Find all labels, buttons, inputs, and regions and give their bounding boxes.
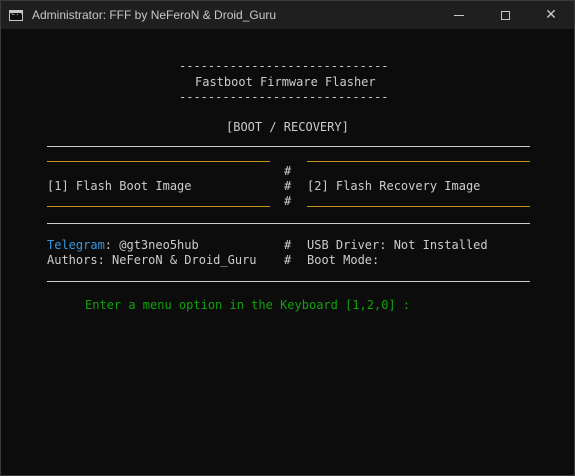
console-window: C:\ Administrator: FFF by NeFeroN & Droi…	[0, 0, 575, 476]
minimize-icon	[454, 14, 464, 16]
usb-driver-status: USB Driver: Not Installed	[307, 238, 488, 252]
authors-line: Authors: NeFeroN & Droid_Guru	[47, 253, 257, 267]
title-bar[interactable]: C:\ Administrator: FFF by NeFeroN & Droi…	[1, 1, 574, 29]
maximize-button[interactable]	[482, 1, 528, 29]
console-icon: C:\	[9, 9, 24, 21]
header-dash-top: -----------------------------	[179, 59, 389, 73]
option1-top-rule	[47, 161, 270, 162]
console-output[interactable]: ----------------------------- Fastboot F…	[1, 29, 574, 475]
telegram-label: Telegram	[47, 238, 105, 252]
boot-mode-status: Boot Mode:	[307, 253, 380, 267]
header-dash-bottom: -----------------------------	[179, 90, 389, 104]
option2-bottom-rule	[307, 206, 530, 207]
section-title: [BOOT / RECOVERY]	[226, 120, 349, 134]
header-title: Fastboot Firmware Flasher	[195, 75, 376, 89]
info-bottom-rule	[47, 281, 530, 282]
info-separator-2: #	[284, 253, 292, 267]
telegram-value: : @gt3neo5hub	[104, 238, 199, 252]
info-separator-1: #	[284, 238, 292, 252]
menu-bottom-rule	[47, 223, 530, 224]
window-controls: ✕	[436, 1, 574, 29]
maximize-icon	[500, 10, 510, 20]
window-title: Administrator: FFF by NeFeroN & Droid_Gu…	[32, 8, 277, 22]
telegram-line: Telegram: @gt3neo5hub	[47, 238, 199, 253]
minimize-button[interactable]	[436, 1, 482, 29]
menu-option-1: [1] Flash Boot Image	[47, 179, 192, 193]
menu-separator-3: #	[284, 194, 292, 208]
close-icon: ✕	[545, 7, 557, 23]
close-button[interactable]: ✕	[528, 1, 574, 29]
menu-top-rule	[47, 146, 530, 147]
menu-separator-1: #	[284, 164, 292, 178]
option2-top-rule	[307, 161, 530, 162]
menu-prompt: Enter a menu option in the Keyboard [1,2…	[85, 298, 411, 312]
menu-option-2: [2] Flash Recovery Image	[307, 179, 481, 193]
option1-bottom-rule	[47, 206, 270, 207]
menu-separator-2: #	[284, 179, 292, 193]
